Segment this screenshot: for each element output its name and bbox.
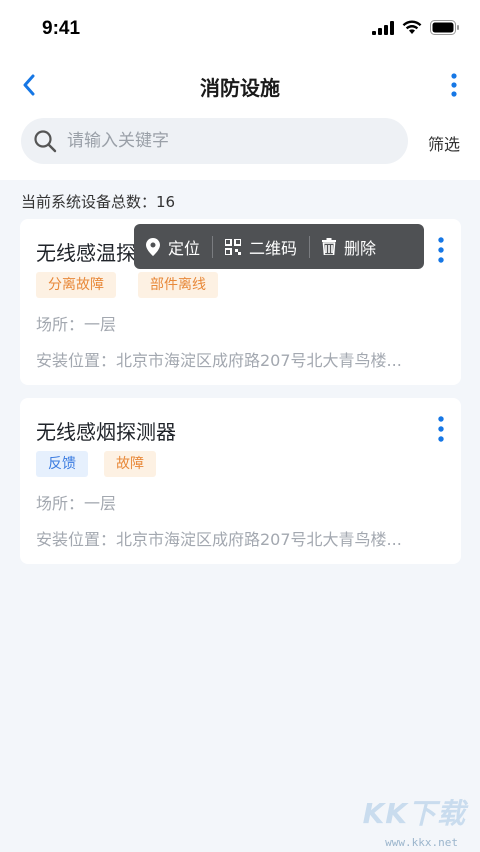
- status-time: 9:41: [42, 18, 81, 39]
- card-more-button[interactable]: [433, 235, 449, 265]
- menu-item-delete[interactable]: 删除: [310, 224, 388, 269]
- battery-icon: [430, 20, 459, 35]
- more-vertical-icon: [451, 73, 457, 97]
- device-location: 场所：一层: [36, 494, 117, 513]
- card-more-button[interactable]: [433, 414, 449, 444]
- status-tag: 分离故障: [36, 272, 116, 298]
- status-tag: 部件离线: [138, 272, 218, 298]
- device-count: 当前系统设备总数：16: [21, 193, 176, 211]
- more-vertical-icon: [438, 416, 444, 442]
- device-install-address: 安装位置：北京市海淀区成府路207号北大青鸟楼...: [36, 351, 402, 370]
- device-install-address: 安装位置：北京市海淀区成府路207号北大青鸟楼...: [36, 530, 402, 549]
- status-tag: 故障: [104, 451, 156, 477]
- status-icons: [372, 20, 460, 35]
- watermark-url: www.kkx.net: [385, 836, 458, 849]
- search-box: [21, 118, 408, 164]
- search-icon: [34, 130, 57, 153]
- menu-item-label: 删除: [344, 238, 377, 258]
- status-bar: 9:41: [0, 0, 480, 58]
- header-area: 9:41 消防设施 请输入关键字 筛选: [0, 0, 480, 180]
- search-input[interactable]: [67, 118, 387, 164]
- qr-code-icon: [225, 238, 242, 255]
- device-location: 场所：一层: [36, 315, 117, 334]
- trash-icon: [322, 238, 337, 255]
- watermark-logo: KK下载: [362, 797, 466, 830]
- device-name: 无线感烟探测器: [36, 420, 176, 444]
- status-tag: 反馈: [36, 451, 88, 477]
- page-title: 消防设施: [200, 76, 280, 100]
- nav-bar: 消防设施: [0, 62, 480, 108]
- device-name: 无线感温探: [36, 241, 136, 265]
- more-options-button[interactable]: [442, 70, 466, 100]
- location-pin-icon: [146, 237, 160, 256]
- device-card[interactable]: 无线感烟探测器 反馈 故障 场所：一层 安装位置：北京市海淀区成府路207号北大…: [20, 398, 461, 564]
- context-menu: 定位 二维码 删除: [134, 224, 424, 269]
- menu-item-qr-code[interactable]: 二维码: [213, 224, 309, 269]
- menu-item-locate[interactable]: 定位: [134, 224, 212, 269]
- signal-icon: [372, 20, 394, 35]
- more-vertical-icon: [438, 237, 444, 263]
- wifi-icon: [402, 20, 422, 34]
- filter-button[interactable]: 筛选: [428, 131, 460, 155]
- menu-item-label: 定位: [168, 238, 201, 258]
- menu-item-label: 二维码: [249, 238, 298, 258]
